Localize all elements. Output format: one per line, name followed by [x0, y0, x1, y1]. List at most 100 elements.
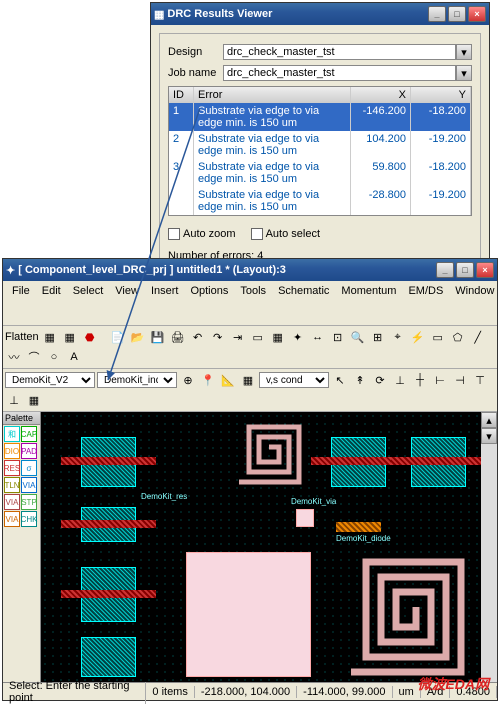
col-y[interactable]: Y [411, 87, 471, 103]
line-icon[interactable]: ╱ [469, 328, 487, 346]
tool-icon[interactable]: ⊤ [471, 371, 489, 389]
scroll-up-icon[interactable]: ▴ [481, 412, 497, 428]
undo-icon[interactable]: ↶ [189, 328, 207, 346]
tool-icon[interactable]: ⊢ [431, 371, 449, 389]
menu-item[interactable]: Options [185, 283, 233, 323]
menu-item[interactable]: Edit [37, 283, 66, 323]
menu-item[interactable]: Window [450, 283, 499, 323]
tool-icon[interactable]: ⊡ [329, 328, 347, 346]
open-icon[interactable]: 📂 [129, 328, 147, 346]
palette-item[interactable]: 和 [4, 426, 20, 442]
end-icon[interactable]: ⇥ [229, 328, 247, 346]
spiral-inductor[interactable] [341, 552, 466, 677]
scroll-down-icon[interactable]: ▾ [481, 428, 497, 444]
table-row[interactable]: 2Substrate via edge to via edge min. is … [169, 131, 471, 159]
menu-item[interactable]: View [110, 283, 144, 323]
tool-icon[interactable]: ↔ [309, 328, 327, 346]
tool-icon[interactable]: ⌖ [389, 328, 407, 346]
dropdown-icon[interactable]: ▾ [456, 65, 472, 81]
palette-item[interactable]: RES [4, 460, 20, 476]
poly-icon[interactable]: ⬠ [449, 328, 467, 346]
palette-item[interactable]: DIO [4, 443, 20, 459]
cursor-icon[interactable]: ↖ [331, 371, 349, 389]
print-icon[interactable]: 🖨 [169, 328, 187, 346]
redo-icon[interactable]: ↷ [209, 328, 227, 346]
tool-icon[interactable]: ⊣ [451, 371, 469, 389]
path-icon[interactable]: 〰 [5, 348, 23, 366]
palette-item[interactable]: CHK [21, 511, 37, 527]
cell-select[interactable]: DemoKit_ind [97, 372, 177, 388]
menu-item[interactable]: Select [68, 283, 109, 323]
component-bar[interactable] [61, 590, 156, 598]
tool-icon[interactable]: ✦ [289, 328, 307, 346]
tool-icon[interactable]: ⊥ [5, 391, 23, 409]
menu-item[interactable]: Insert [146, 283, 184, 323]
diode[interactable] [336, 522, 381, 532]
tool-icon[interactable]: ┼ [411, 371, 429, 389]
close-button[interactable]: × [476, 262, 494, 278]
component-bar[interactable] [61, 457, 156, 465]
maximize-button[interactable]: □ [456, 262, 474, 278]
design-input[interactable] [223, 44, 456, 60]
text-icon[interactable]: A [65, 348, 83, 366]
col-id[interactable]: ID [169, 87, 194, 103]
pin-icon[interactable]: 📍 [199, 371, 217, 389]
tool-icon[interactable]: ⊞ [369, 328, 387, 346]
minimize-button[interactable]: _ [436, 262, 454, 278]
tool-icon[interactable]: ⊕ [179, 371, 197, 389]
zoom-icon[interactable]: 🔍 [349, 328, 367, 346]
layer-select[interactable]: v,s cond [259, 372, 329, 388]
rect-icon[interactable]: ▭ [429, 328, 447, 346]
stop-icon[interactable]: ⬣ [81, 328, 99, 346]
dropdown-icon[interactable]: ▾ [456, 44, 472, 60]
tool-icon[interactable]: ↟ [351, 371, 369, 389]
close-button[interactable]: × [468, 6, 486, 22]
auto-zoom-checkbox[interactable]: Auto zoom [168, 228, 236, 240]
palette-item[interactable]: CAP [21, 426, 37, 442]
component-mesh[interactable] [81, 637, 136, 677]
palette-item[interactable]: VIA [4, 494, 20, 510]
tool-icon[interactable]: ▭ [249, 328, 267, 346]
palette-item[interactable]: σ [21, 460, 37, 476]
maximize-button[interactable]: □ [448, 6, 466, 22]
palette-item[interactable]: VIA [21, 477, 37, 493]
menu-item[interactable]: File [7, 283, 35, 323]
pad[interactable] [186, 552, 311, 677]
lightning-icon[interactable]: ⚡ [409, 328, 427, 346]
table-row[interactable]: Substrate via edge to via edge min. is 1… [169, 187, 471, 215]
save-icon[interactable]: 💾 [149, 328, 167, 346]
arc-icon[interactable]: ⌒ [25, 348, 43, 366]
tool-icon[interactable]: ⟳ [371, 371, 389, 389]
menu-item[interactable]: Momentum [336, 283, 401, 323]
scrollbar-v[interactable]: ▴ ▾ [481, 412, 497, 682]
job-input[interactable] [223, 65, 456, 81]
table-row[interactable]: 1Substrate via edge to via edge min. is … [169, 103, 471, 131]
tool-icon[interactable]: ▦ [25, 391, 43, 409]
palette-item[interactable]: PAD [21, 443, 37, 459]
palette-item[interactable]: TLN [4, 477, 20, 493]
table-row[interactable]: 3Substrate via edge to via edge min. is … [169, 159, 471, 187]
auto-select-checkbox[interactable]: Auto select [251, 228, 320, 240]
ruler-icon[interactable]: 📐 [219, 371, 237, 389]
menu-item[interactable]: Schematic [273, 283, 334, 323]
minimize-button[interactable]: _ [428, 6, 446, 22]
palette-item[interactable]: VIA [4, 511, 20, 527]
new-icon[interactable]: 📄 [109, 328, 127, 346]
col-error[interactable]: Error [194, 87, 351, 103]
circle-icon[interactable]: ○ [45, 348, 63, 366]
tool-icon[interactable]: ▦ [41, 328, 59, 346]
via[interactable] [296, 509, 314, 527]
palette-item[interactable]: STP [21, 494, 37, 510]
tool-icon[interactable]: ▦ [61, 328, 79, 346]
tool-icon[interactable]: ▦ [269, 328, 287, 346]
col-x[interactable]: X [351, 87, 411, 103]
menu-item[interactable]: EM/DS [403, 283, 448, 323]
spiral-inductor[interactable] [234, 422, 304, 487]
lib-select[interactable]: DemoKit_V2 [5, 372, 95, 388]
component-bar[interactable] [391, 457, 481, 465]
menu-item[interactable]: Tools [235, 283, 271, 323]
component-bar[interactable] [61, 520, 156, 528]
tool-icon[interactable]: ⊥ [391, 371, 409, 389]
layout-canvas[interactable]: DemoKit_res DemoKit_via DemoKit_diode [41, 412, 481, 682]
tool-icon[interactable]: ▦ [239, 371, 257, 389]
